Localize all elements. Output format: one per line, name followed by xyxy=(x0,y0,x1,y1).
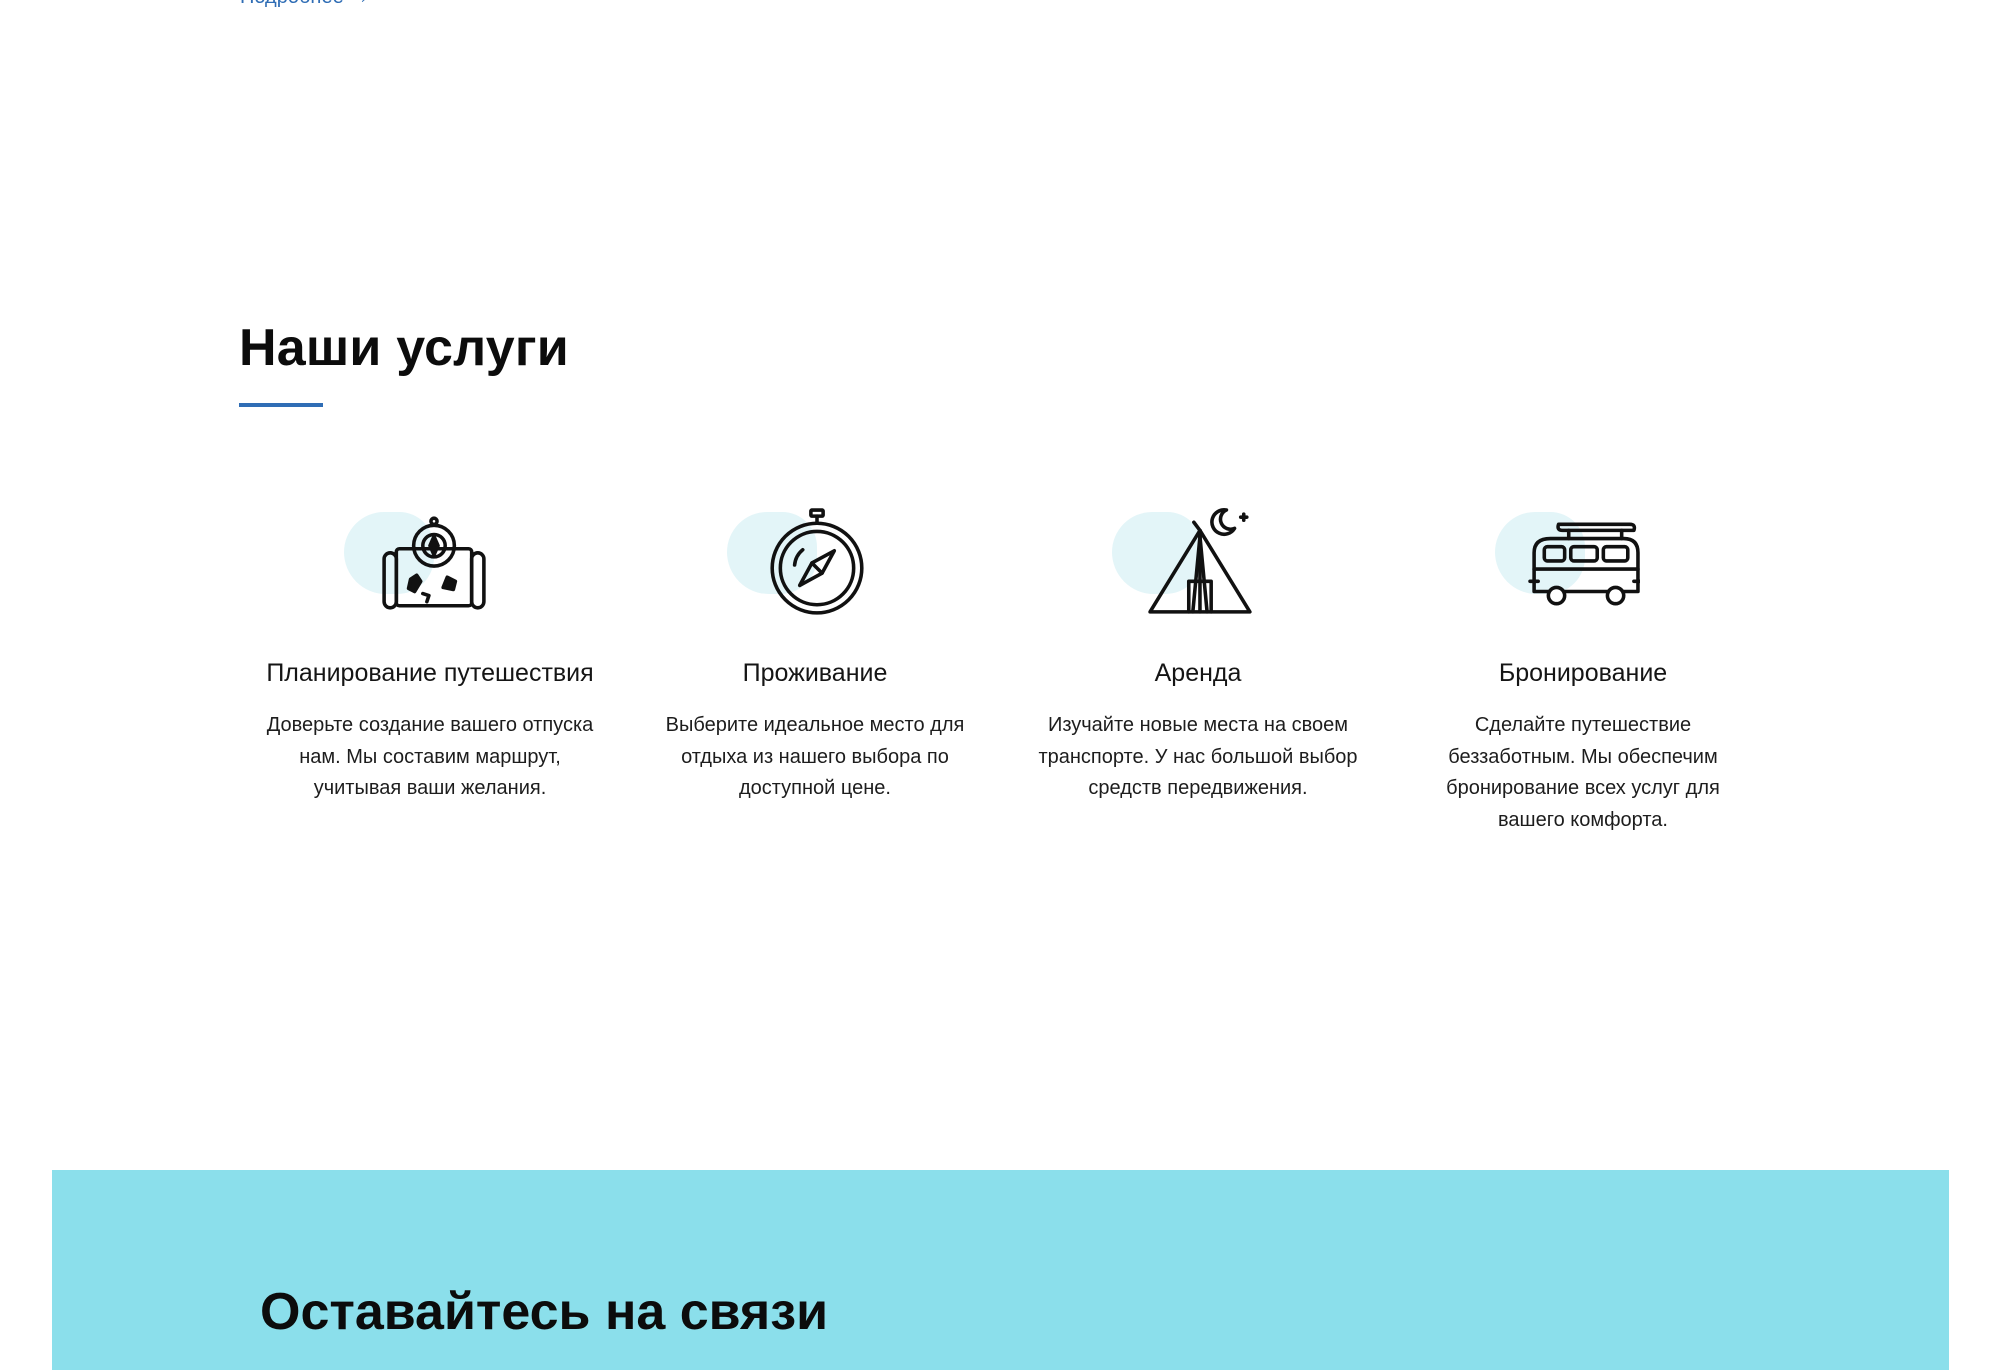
service-description: Сделайте путешествие беззаботным. Мы обе… xyxy=(1446,714,1720,831)
service-title: Бронирование xyxy=(1498,659,1668,687)
contact-section: Оставайтесь на связи xyxy=(52,1170,1949,1370)
service-description: Изучайте новые места на своем транспорте… xyxy=(1038,714,1358,799)
service-card-rental: Аренда Изучайте новые места на своем тра… xyxy=(1008,500,1388,805)
treasure-map-compass-icon xyxy=(382,516,486,610)
services-title: Наши услуги xyxy=(239,319,569,377)
service-card-planning: Планирование путешествия Доверьте создан… xyxy=(240,500,620,805)
service-description: Выберите идеальное место для отдыха из н… xyxy=(665,714,965,799)
service-title: Проживание xyxy=(742,659,888,687)
service-title: Аренда xyxy=(1154,659,1242,687)
service-title: Планирование путешествия xyxy=(266,659,594,687)
compass-icon xyxy=(770,508,864,615)
tent-moon-icon xyxy=(1148,508,1252,614)
service-card-booking: Бронирование Сделайте путешествие беззаб… xyxy=(1393,500,1773,836)
service-description: Доверьте создание вашего отпуска нам. Мы… xyxy=(266,714,594,799)
contact-title: Оставайтесь на связи xyxy=(260,1283,829,1341)
title-underline xyxy=(239,403,323,407)
camper-van-icon xyxy=(1528,522,1640,606)
read-more-link[interactable]: Подробнее → xyxy=(240,0,369,9)
service-card-accommodation: Проживание Выберите идеальное место для … xyxy=(625,500,1005,805)
